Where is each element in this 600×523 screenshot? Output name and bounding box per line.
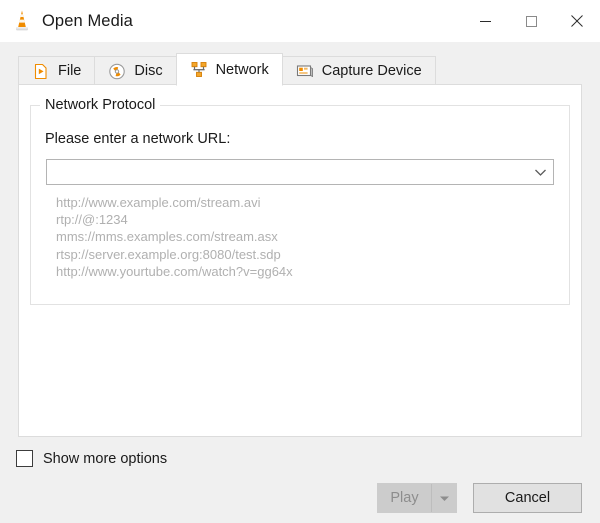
url-example: http://www.example.com/stream.avi	[56, 195, 261, 210]
url-example: rtsp://server.example.org:8080/test.sdp	[56, 246, 281, 262]
tab-capture-device[interactable]: Capture Device	[281, 56, 436, 85]
close-icon	[571, 15, 583, 27]
vlc-cone-icon	[11, 9, 33, 33]
file-play-icon	[32, 63, 50, 80]
tab-capture-device-label: Capture Device	[321, 63, 422, 79]
open-media-dialog: Open Media File Disc Network Capture Dev…	[0, 0, 600, 523]
title-bar-left: Open Media	[0, 0, 462, 42]
minimize-button[interactable]	[462, 0, 508, 42]
tab-file-label: File	[58, 63, 82, 79]
url-examples-list: http://www.example.com/stream.avi rtp://…	[56, 194, 293, 280]
dialog-buttons: Play Cancel	[377, 483, 582, 513]
play-button-group[interactable]: Play	[377, 483, 457, 513]
show-more-options-row[interactable]: Show more options	[16, 450, 167, 467]
maximize-button[interactable]	[508, 0, 554, 42]
maximize-icon	[525, 15, 537, 27]
network-protocol-groupbox: Network Protocol Please enter a network …	[30, 97, 570, 305]
url-example: rtp://@:1234	[56, 212, 128, 228]
tab-disc[interactable]: Disc	[94, 56, 177, 85]
play-button[interactable]: Play	[378, 484, 431, 512]
tab-bar: File Disc Network Capture Device	[18, 53, 582, 86]
disc-icon	[108, 63, 126, 80]
network-tree-icon	[190, 61, 208, 78]
url-prompt-label: Please enter a network URL:	[45, 131, 231, 147]
window-controls	[462, 0, 600, 42]
close-button[interactable]	[554, 0, 600, 42]
caret-down-icon	[439, 496, 449, 501]
tab-network-label: Network	[215, 61, 269, 78]
url-example: http://www.yourtube.com/watch?v=gg64x	[56, 263, 293, 279]
cancel-button[interactable]: Cancel	[473, 483, 582, 513]
network-tab-panel: Network Protocol Please enter a network …	[18, 84, 582, 437]
show-more-options-label: Show more options	[43, 450, 168, 467]
chevron-down-icon[interactable]	[527, 160, 553, 184]
network-url-input[interactable]	[47, 160, 527, 184]
play-dropdown-button[interactable]	[431, 484, 456, 512]
title-bar: Open Media	[0, 0, 600, 42]
capture-card-icon	[296, 63, 314, 80]
tab-network[interactable]: Network	[175, 53, 283, 86]
groupbox-title: Network Protocol	[40, 97, 161, 113]
tab-disc-label: Disc	[134, 63, 163, 79]
show-more-options-checkbox[interactable]	[16, 450, 33, 467]
url-example: mms://mms.examples.com/stream.asx	[56, 229, 278, 245]
window-title: Open Media	[42, 11, 133, 30]
network-url-combobox[interactable]	[46, 159, 554, 185]
minimize-icon	[479, 20, 491, 22]
tab-file[interactable]: File	[18, 56, 96, 85]
